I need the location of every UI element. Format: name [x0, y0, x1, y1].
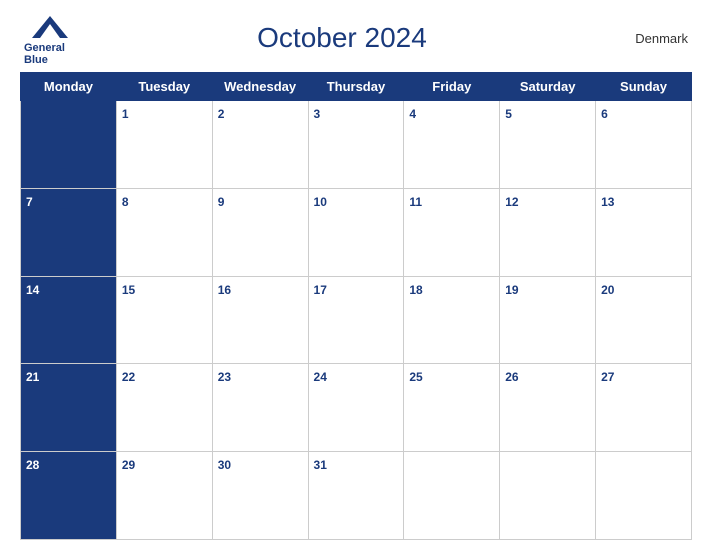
- weekday-header-row: Monday Tuesday Wednesday Thursday Friday…: [21, 73, 692, 101]
- date-cell-2-6: 12: [500, 188, 596, 276]
- date-cell-5-3: 30: [212, 452, 308, 540]
- header-thursday: Thursday: [308, 73, 404, 101]
- header-wednesday: Wednesday: [212, 73, 308, 101]
- date-number: 22: [122, 370, 135, 384]
- date-number: 5: [505, 107, 512, 121]
- calendar-week-4: 21 22 23 24 25 26 27: [21, 364, 692, 452]
- date-number: 1: [122, 107, 129, 121]
- date-cell-1-4: 3: [308, 101, 404, 189]
- date-cell-3-7: 20: [596, 276, 692, 364]
- logo-general: General: [24, 42, 65, 54]
- date-number: 9: [218, 195, 225, 209]
- date-cell-5-6: [500, 452, 596, 540]
- date-number: 17: [314, 283, 327, 297]
- date-number: 18: [409, 283, 422, 297]
- date-number: 25: [409, 370, 422, 384]
- header-saturday: Saturday: [500, 73, 596, 101]
- date-cell-3-5: 18: [404, 276, 500, 364]
- logo-blue: Blue: [24, 54, 65, 66]
- date-cell-3-1: 14: [21, 276, 117, 364]
- date-cell-4-5: 25: [404, 364, 500, 452]
- header-tuesday: Tuesday: [116, 73, 212, 101]
- date-number: 24: [314, 370, 327, 384]
- date-cell-1-7: 6: [596, 101, 692, 189]
- date-cell-5-7: [596, 452, 692, 540]
- calendar-week-1: 1 2 3 4 5 6: [21, 101, 692, 189]
- date-number: 6: [601, 107, 608, 121]
- date-cell-3-3: 16: [212, 276, 308, 364]
- date-cell-1-1: [21, 101, 117, 189]
- date-cell-2-5: 11: [404, 188, 500, 276]
- date-number: 2: [218, 107, 225, 121]
- date-number: 26: [505, 370, 518, 384]
- date-cell-3-4: 17: [308, 276, 404, 364]
- calendar-week-5: 28 29 30 31: [21, 452, 692, 540]
- date-cell-3-2: 15: [116, 276, 212, 364]
- date-number: 11: [409, 195, 422, 209]
- date-number: 31: [314, 458, 327, 472]
- date-cell-2-7: 13: [596, 188, 692, 276]
- date-number: 8: [122, 195, 129, 209]
- calendar-title: October 2024: [76, 22, 608, 54]
- date-cell-2-1: 7: [21, 188, 117, 276]
- date-cell-1-3: 2: [212, 101, 308, 189]
- date-number: 29: [122, 458, 135, 472]
- date-number: 30: [218, 458, 231, 472]
- logo: General Blue: [24, 10, 76, 66]
- date-cell-4-1: 21: [21, 364, 117, 452]
- calendar-table: Monday Tuesday Wednesday Thursday Friday…: [20, 72, 692, 540]
- country-label: Denmark: [608, 31, 688, 46]
- date-cell-3-6: 19: [500, 276, 596, 364]
- date-number: 23: [218, 370, 231, 384]
- date-cell-5-4: 31: [308, 452, 404, 540]
- date-cell-5-5: [404, 452, 500, 540]
- calendar-week-2: 7 8 9 10 11 12 13: [21, 188, 692, 276]
- header-friday: Friday: [404, 73, 500, 101]
- date-number: 27: [601, 370, 614, 384]
- header-sunday: Sunday: [596, 73, 692, 101]
- date-number: 16: [218, 283, 231, 297]
- date-number: 7: [26, 195, 33, 209]
- date-cell-4-4: 24: [308, 364, 404, 452]
- date-cell-4-2: 22: [116, 364, 212, 452]
- date-number: 12: [505, 195, 518, 209]
- date-number: 13: [601, 195, 614, 209]
- date-cell-1-6: 5: [500, 101, 596, 189]
- calendar-title-area: October 2024: [76, 22, 608, 54]
- date-cell-1-2: 1: [116, 101, 212, 189]
- date-number: 14: [26, 283, 39, 297]
- date-number: 10: [314, 195, 327, 209]
- calendar-week-3: 14 15 16 17 18 19 20: [21, 276, 692, 364]
- date-cell-5-1: 28: [21, 452, 117, 540]
- date-cell-4-6: 26: [500, 364, 596, 452]
- date-number: 15: [122, 283, 135, 297]
- date-cell-5-2: 29: [116, 452, 212, 540]
- date-number: 21: [26, 370, 39, 384]
- date-number: 19: [505, 283, 518, 297]
- calendar-header: General Blue October 2024 Denmark: [20, 10, 692, 66]
- date-cell-4-7: 27: [596, 364, 692, 452]
- date-number: 3: [314, 107, 321, 121]
- date-cell-4-3: 23: [212, 364, 308, 452]
- date-number: 28: [26, 458, 39, 472]
- date-cell-2-3: 9: [212, 188, 308, 276]
- date-cell-2-2: 8: [116, 188, 212, 276]
- date-cell-1-5: 4: [404, 101, 500, 189]
- date-number: 4: [409, 107, 416, 121]
- header-monday: Monday: [21, 73, 117, 101]
- date-cell-2-4: 10: [308, 188, 404, 276]
- date-number: 20: [601, 283, 614, 297]
